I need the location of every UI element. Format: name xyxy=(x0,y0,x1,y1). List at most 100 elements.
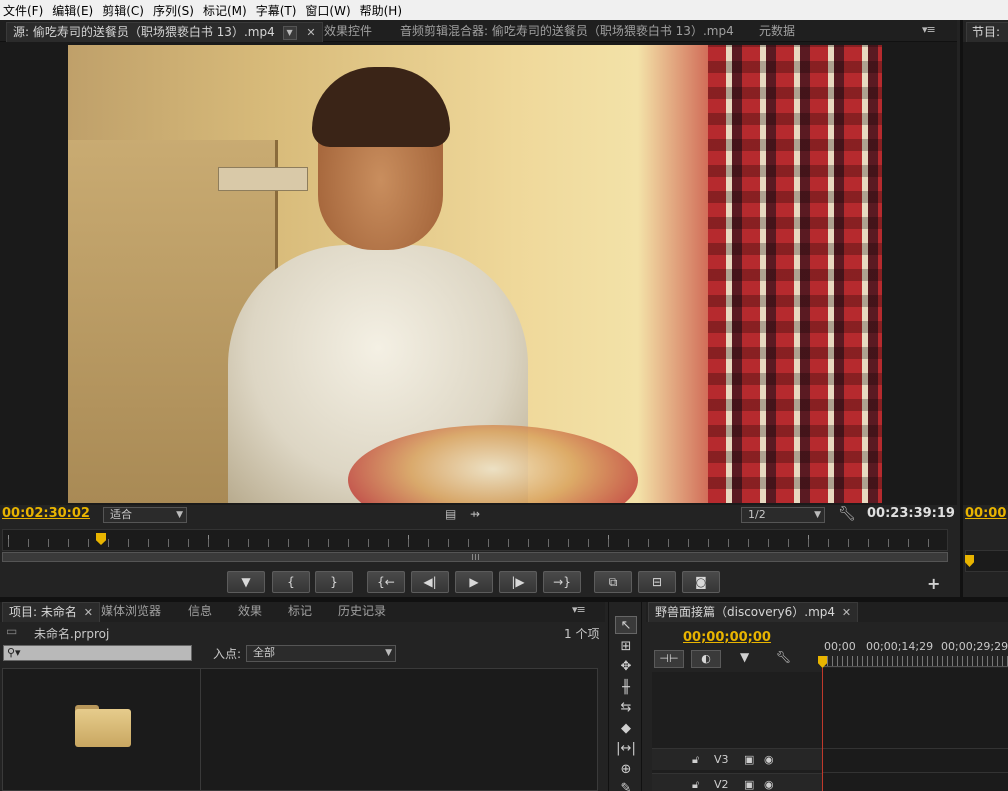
tab-sequence[interactable]: 野兽面接篇（discovery6）.mp4 ✕ xyxy=(648,602,859,622)
timeline-ruler-ticks[interactable] xyxy=(822,656,1008,666)
tab-info[interactable]: 信息 xyxy=(182,602,218,622)
step-forward-button[interactable]: |▶ xyxy=(499,571,537,593)
tab-metadata[interactable]: 元数据 xyxy=(753,22,801,42)
track-name[interactable]: V3 xyxy=(714,749,729,771)
current-timecode[interactable]: 00:02:30:02 xyxy=(2,506,90,521)
project-panel-tabs: 项目: 未命名 ✕ 媒体浏览器 信息 效果 标记 历史记录 ▾≡ xyxy=(0,602,605,622)
snap-button[interactable]: ⊣⊢ xyxy=(654,650,684,668)
resolution-select[interactable]: 1/2 ▼ xyxy=(741,507,825,523)
project-file-icon: ▭ xyxy=(6,624,18,638)
tab-media-browser[interactable]: 媒体浏览器 xyxy=(95,602,167,622)
project-bin-area[interactable] xyxy=(2,668,598,791)
source-panel-tabs: 源: 偷吃寿司的送餐员（职场猥亵白书 13）.mp4 ▼ ✕ 效果控件 音频剪辑… xyxy=(0,20,957,42)
project-panel: 项目: 未命名 ✕ 媒体浏览器 信息 效果 标记 历史记录 ▾≡ ▭ 未命名.p… xyxy=(0,602,605,791)
tab-source-label: 源: 偷吃寿司的送餐员（职场猥亵白书 13）.mp4 xyxy=(13,25,275,39)
add-button[interactable]: + xyxy=(927,574,940,593)
tab-source[interactable]: 源: 偷吃寿司的送餐员（职场猥亵白书 13）.mp4 ▼ ✕ xyxy=(6,22,323,42)
mark-in-button[interactable]: { xyxy=(272,571,310,593)
program-timecode[interactable]: 00:00 xyxy=(965,506,1006,521)
track-divider xyxy=(822,772,1008,773)
tab-markers[interactable]: 标记 xyxy=(282,602,318,622)
razor-tool-icon[interactable]: ◆ xyxy=(615,720,637,738)
slip-tool-icon[interactable]: |↔| xyxy=(615,740,637,758)
linked-selection-button[interactable]: ◐ xyxy=(691,650,721,668)
menu-clip[interactable]: 剪辑(C) xyxy=(99,2,150,19)
in-point-select[interactable]: 全部 ▼ xyxy=(246,645,396,662)
slide-tool-icon[interactable]: ⊕ xyxy=(615,761,637,779)
tab-audio-mixer[interactable]: 音频剪辑混合器: 偷吃寿司的送餐员（职场猥亵白书 13）.mp4 xyxy=(394,22,740,42)
video-frame[interactable] xyxy=(68,45,882,503)
add-marker-button[interactable]: ▼ xyxy=(227,571,265,593)
tab-project-label: 项目: 未命名 xyxy=(9,605,77,619)
rate-stretch-tool-icon[interactable]: ⇆ xyxy=(615,699,637,717)
track-name[interactable]: V2 xyxy=(714,774,729,791)
drag-video-audio-icon[interactable]: ⇸ xyxy=(470,507,480,521)
zoom-select[interactable]: 适合 ▼ xyxy=(103,507,187,523)
wrench-icon[interactable]: 🔧︎ xyxy=(838,506,856,522)
lock-icon[interactable]: 🔓︎ xyxy=(692,774,699,791)
tab-effects[interactable]: 效果 xyxy=(232,602,268,622)
safe-margins-icon[interactable]: ▤ xyxy=(445,507,456,521)
film-icon[interactable]: ▣ xyxy=(744,774,754,791)
video-plaid-shirt xyxy=(708,45,882,503)
menu-bar: 文件(F) 编辑(E) 剪辑(C) 序列(S) 标记(M) 字幕(T) 窗口(W… xyxy=(0,0,1008,20)
panel-menu-icon[interactable]: ▾≡ xyxy=(922,23,936,36)
go-to-in-button[interactable]: {← xyxy=(367,571,405,593)
tab-project[interactable]: 项目: 未命名 ✕ xyxy=(2,602,100,622)
track-header-v3[interactable]: 🔓︎ V3 ▣ ◉ xyxy=(652,748,822,770)
eye-icon[interactable]: ◉ xyxy=(764,774,774,791)
folder-icon[interactable] xyxy=(75,705,131,747)
track-divider xyxy=(822,748,1008,749)
timeline-timecode[interactable]: 00;00;00;00 xyxy=(683,630,771,645)
add-marker-icon[interactable]: ▼ xyxy=(740,650,749,664)
close-icon[interactable]: ✕ xyxy=(306,26,315,39)
tab-history[interactable]: 历史记录 xyxy=(332,602,392,622)
menu-edit[interactable]: 编辑(E) xyxy=(49,2,99,19)
pen-tool-icon[interactable]: ✎ xyxy=(615,780,637,791)
track-select-tool-icon[interactable]: ⊞ xyxy=(615,638,637,656)
eye-icon[interactable]: ◉ xyxy=(764,749,774,771)
scrollbar-grip-icon[interactable] xyxy=(472,554,480,560)
menu-window[interactable]: 窗口(W) xyxy=(302,2,356,19)
in-point-label: 入点: xyxy=(213,647,242,661)
source-time-bar: 00:02:30:02 适合 ▼ ▤ ⇸ 1/2 ▼ 🔧︎ 00:23:39:1… xyxy=(0,505,957,525)
menu-help[interactable]: 帮助(H) xyxy=(357,2,408,19)
insert-button[interactable]: ⧉ xyxy=(594,571,632,593)
wrench-icon[interactable]: 🔧︎ xyxy=(776,650,791,664)
bin-column-divider xyxy=(200,669,201,791)
menu-marker[interactable]: 标记(M) xyxy=(200,2,253,19)
play-button[interactable]: ▶ xyxy=(455,571,493,593)
overwrite-button[interactable]: ⊟ xyxy=(638,571,676,593)
film-icon[interactable]: ▣ xyxy=(744,749,754,771)
timeline-tracks-area[interactable] xyxy=(822,668,1008,791)
source-time-ruler[interactable] xyxy=(2,529,948,564)
step-back-button[interactable]: ◀| xyxy=(411,571,449,593)
rolling-edit-tool-icon[interactable]: ╫ xyxy=(615,679,637,697)
panel-menu-icon[interactable]: ▾≡ xyxy=(572,603,586,616)
track-header-v2[interactable]: 🔓︎ V2 ▣ ◉ xyxy=(652,773,822,791)
project-file-name: 未命名.prproj xyxy=(34,627,110,641)
selection-tool-icon[interactable]: ↖ xyxy=(615,616,637,634)
nest-icon: ⊣⊢ xyxy=(659,652,679,665)
tab-effect-controls[interactable]: 效果控件 xyxy=(318,22,378,42)
menu-file[interactable]: 文件(F) xyxy=(0,2,49,19)
timeline-ruler-line xyxy=(822,666,1008,667)
go-to-out-button[interactable]: →} xyxy=(543,571,581,593)
search-icon: ⚲▾ xyxy=(7,646,21,659)
menu-sequence[interactable]: 序列(S) xyxy=(150,2,200,19)
tab-dropdown-icon[interactable]: ▼ xyxy=(282,25,297,40)
close-icon[interactable]: ✕ xyxy=(84,606,93,619)
tab-program[interactable]: 节目: xyxy=(966,22,1008,42)
ripple-edit-tool-icon[interactable]: ✥ xyxy=(615,658,637,676)
timeline-panel: 野兽面接篇（discovery6）.mp4 ✕ 00;00;00;00 00;0… xyxy=(646,602,1008,791)
chevron-down-icon: ▼ xyxy=(385,648,392,658)
timeline-ruler-labels: 00;00 00;00;14;29 00;00;29;29 xyxy=(822,640,1008,654)
camera-icon: ◙ xyxy=(695,575,707,589)
menu-title[interactable]: 字幕(T) xyxy=(253,2,303,19)
close-icon[interactable]: ✕ xyxy=(842,606,851,619)
in-point-select-value: 全部 xyxy=(253,646,275,659)
export-frame-button[interactable]: ◙ xyxy=(682,571,720,593)
project-search-input[interactable]: ⚲▾ xyxy=(3,645,192,661)
lock-icon[interactable]: 🔓︎ xyxy=(692,749,699,771)
mark-out-button[interactable]: } xyxy=(315,571,353,593)
